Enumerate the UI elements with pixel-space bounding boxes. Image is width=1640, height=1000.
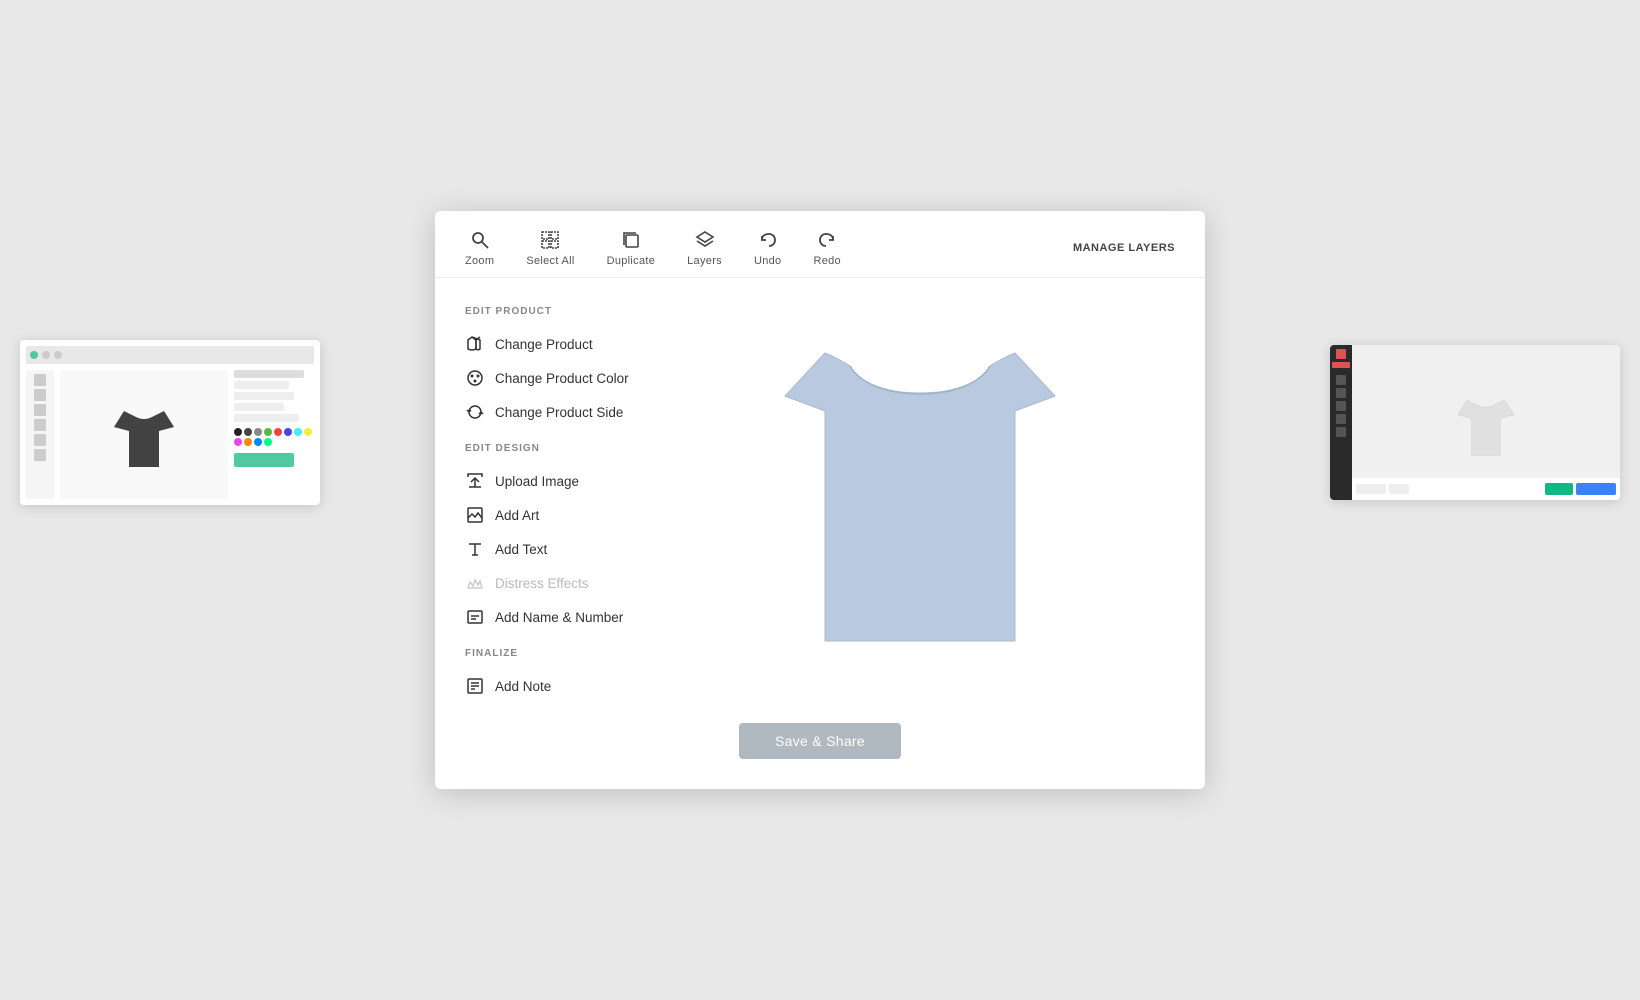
change-product-label: Change Product [495,337,593,352]
add-note-label: Add Note [495,679,551,694]
edit-product-section-label: EDIT PRODUCT [465,306,665,317]
duplicate-label: Duplicate [607,255,656,267]
undo-label: Undo [754,255,782,267]
layers-label: Layers [687,255,722,267]
distress-effects-item: Distress Effects [465,566,665,600]
distress-effects-label: Distress Effects [495,576,589,591]
undo-icon [757,229,779,251]
toolbar-duplicate[interactable]: Duplicate [607,229,656,267]
add-note-item[interactable]: Add Note [465,669,665,703]
zoom-icon [469,229,491,251]
add-name-number-icon [465,607,485,627]
toolbar-layers[interactable]: Layers [687,229,722,267]
select-all-icon [539,229,561,251]
canvas-area [665,298,1175,703]
edit-design-section-label: EDIT DESIGN [465,443,665,454]
toolbar-select-all[interactable]: Select All [526,229,574,267]
change-product-side-icon [465,402,485,422]
ghost-window-left [20,340,320,505]
manage-layers-button[interactable]: MANAGE LAYERS [1073,242,1175,254]
save-share-button[interactable]: Save & Share [739,723,901,759]
zoom-label: Zoom [465,255,494,267]
ghost-window-right [1330,345,1620,500]
add-art-icon [465,505,485,525]
toolbar-undo[interactable]: Undo [754,229,782,267]
finalize-section-label: FINALIZE [465,648,665,659]
toolbar-zoom[interactable]: Zoom [465,229,494,267]
add-name-number-label: Add Name & Number [495,610,623,625]
change-product-side-item[interactable]: Change Product Side [465,395,665,429]
change-product-color-icon [465,368,485,388]
add-art-item[interactable]: Add Art [465,498,665,532]
add-text-label: Add Text [495,542,547,557]
toolbar: Zoom Select All Duplicate [435,211,1205,278]
distress-effects-icon [465,573,485,593]
change-product-side-label: Change Product Side [495,405,623,420]
add-art-label: Add Art [495,508,539,523]
upload-image-icon [465,471,485,491]
duplicate-icon [620,229,642,251]
change-product-color-item[interactable]: Change Product Color [465,361,665,395]
add-name-number-item[interactable]: Add Name & Number [465,600,665,634]
change-product-icon [465,334,485,354]
save-btn-container: Save & Share [435,723,1205,759]
main-content: EDIT PRODUCT Change Product [435,278,1205,703]
tshirt-preview [780,331,1060,671]
main-modal: Zoom Select All Duplicate [435,211,1205,789]
add-note-icon [465,676,485,696]
select-all-label: Select All [526,255,574,267]
change-product-item[interactable]: Change Product [465,327,665,361]
add-text-item[interactable]: Add Text [465,532,665,566]
upload-image-item[interactable]: Upload Image [465,464,665,498]
redo-icon [816,229,838,251]
toolbar-redo[interactable]: Redo [813,229,841,267]
layers-icon [694,229,716,251]
sidebar: EDIT PRODUCT Change Product [465,298,665,703]
change-product-color-label: Change Product Color [495,371,629,386]
upload-image-label: Upload Image [495,474,579,489]
redo-label: Redo [813,255,841,267]
add-text-icon [465,539,485,559]
